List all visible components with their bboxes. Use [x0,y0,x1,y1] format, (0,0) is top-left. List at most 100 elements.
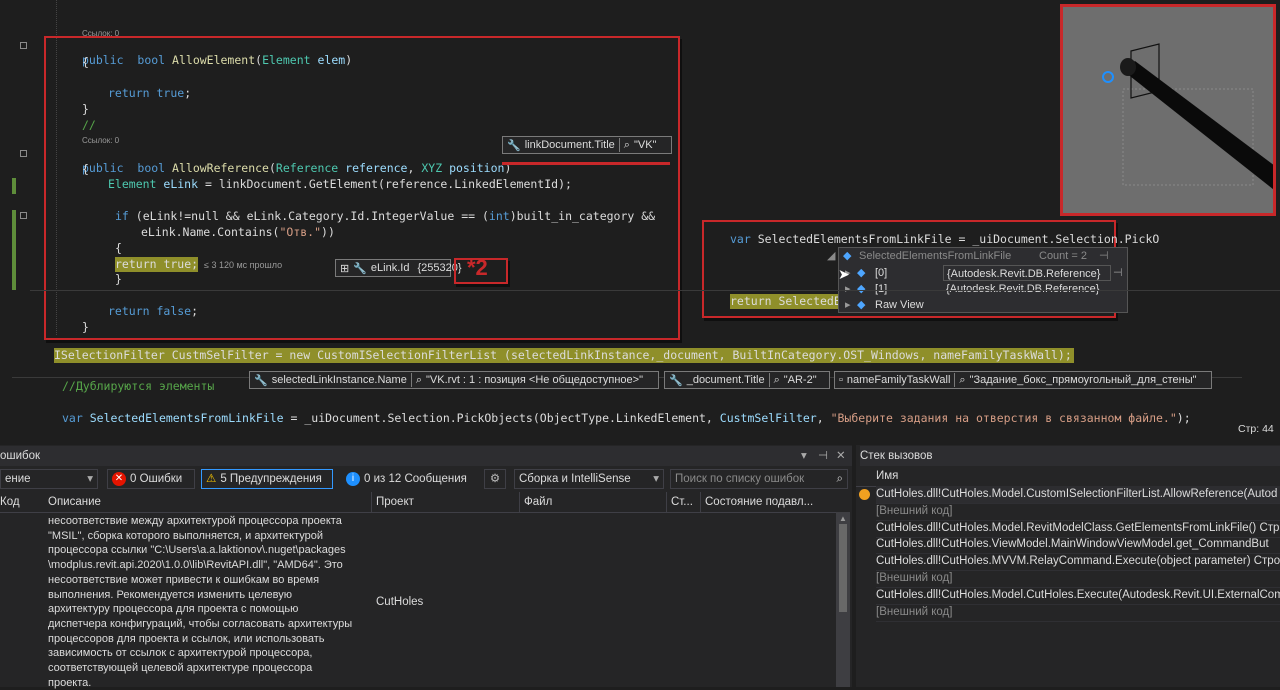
datatip-item[interactable]: ▸ ◆ [0] {Autodesk.Revit.DB.Reference} ⊣ [839,265,1127,281]
datatip-name: linkDocument.Title [524,139,615,151]
change-bar [12,178,16,194]
datatip-namefamilytaskwall[interactable]: ▫ nameFamilyTaskWall ⌕ "Задание_бокс_пря… [834,371,1212,389]
callstack-header: Имя [856,466,1280,487]
object-icon: ◆ [843,250,852,262]
callstack-frame[interactable]: CutHoles.dll!CutHoles.Model.CutHoles.Exe… [876,587,1280,605]
pipe-3d-view [1102,43,1273,190]
error-description-line: несоответствие между архитектурой процес… [48,515,342,527]
datatip-value: "VK" [633,139,657,151]
pickobjects-line: var SelectedElementsFromLinkFile = _uiDo… [62,411,1191,425]
pin-icon[interactable]: ⊣ [1099,248,1109,264]
code-line: } [82,320,89,334]
code-line: Element eLink = linkDocument.GetElement(… [108,177,572,191]
datatip-header[interactable]: ◢ ◆ SelectedElementsFromLinkFile Count =… [827,248,1127,264]
error-description-line: процессоров для проекта и ссылок, или ис… [48,632,325,645]
code-line: { [82,55,89,69]
collapse-icon[interactable]: ◢ [827,248,835,264]
datatip-item[interactable]: ▸ ◆ [1] {Autodesk.Revit.DB.Reference} [839,281,1127,297]
debug-datatip-tree[interactable]: ◢ ◆ SelectedElementsFromLinkFile Count =… [827,247,1128,313]
error-list-scrollbar[interactable]: ▲ [836,512,850,687]
callstack-frame[interactable]: [Внешний код] [876,570,1280,588]
filter-toggle-button[interactable]: ⚙ [484,469,506,489]
column-project[interactable]: Проект [376,492,414,512]
code-line: return true; [108,86,192,100]
magnifier-icon[interactable]: ⌕ [416,374,422,387]
expand-icon[interactable]: ⊞ [340,262,349,275]
error-list-title: ошибок ▾ ⊣ ✕ [0,446,852,466]
search-icon[interactable]: ⌕ [837,469,843,489]
scope-select[interactable]: ение ▾ [0,469,98,489]
close-icon[interactable]: ✕ [836,446,846,466]
chevron-down-icon: ▾ [87,473,93,485]
column-file[interactable]: Файл [524,492,552,512]
error-icon: ✕ [112,472,126,486]
object-icon: ◆ [857,299,866,311]
datatip-elink-id[interactable]: ⊞ 🔧 eLink.Id {255320} [335,259,462,277]
callstack-frame[interactable]: CutHoles.dll!CutHoles.Model.CustomISelec… [876,486,1280,504]
messages-filter-button[interactable]: i 0 из 12 Сообщения [341,469,477,489]
pin-icon[interactable]: ⊣ [1113,265,1123,281]
revit-preview [1060,4,1276,216]
pin-icon[interactable]: ⊣ [818,446,828,466]
fold-marker-icon[interactable] [20,42,27,49]
column-code[interactable]: Код [0,492,20,512]
object-icon: ◆ [857,283,866,295]
error-description-line: соответствующей целевой архитектуре проц… [48,662,313,675]
popup-return-line: return SelectedE [730,294,841,309]
red-underline [502,162,670,165]
fold-marker-icon[interactable] [20,212,27,219]
wrench-icon: 🔧 [669,374,683,387]
error-description-line: диспетчера конфигураций, чтобы согласова… [48,617,353,630]
error-list-header: Код Описание Проект Файл Ст... Состояние… [0,492,836,513]
current-frame-icon [859,489,870,500]
change-bar [12,210,16,290]
error-description-line: зависимость от ссылок с архитектурой про… [48,647,313,660]
warnings-filter-button[interactable]: ⚠ 5 Предупреждения [201,469,333,489]
callstack-frame[interactable]: [Внешний код] [876,503,1280,521]
scrollbar-thumb[interactable] [839,524,847,612]
column-line[interactable]: Ст... [671,492,693,512]
datatip-selectedlinkinstance[interactable]: 🔧 selectedLinkInstance.Name ⌕ "VK.rvt : … [249,371,659,389]
magnifier-icon[interactable]: ⌕ [959,374,965,387]
code-line: { [82,162,89,176]
callstack-frame[interactable]: [Внешний код] [876,604,1280,622]
code-line: return false; [108,304,199,318]
chevron-down-icon: ▾ [653,473,659,485]
column-name[interactable]: Имя [876,466,898,486]
fold-marker-icon[interactable] [20,150,27,157]
expand-arrow-icon[interactable]: ▸ [845,281,851,297]
error-description-line: \modplus.revit.api.2020\1.0.0\lib\RevitA… [48,559,343,572]
isel-filter-line: ISelectionFilter CustmSelFilter = new Cu… [54,348,1074,363]
error-project: CutHoles [376,596,424,608]
datatip-document-title[interactable]: 🔧 _document.Title ⌕ "AR-2" [664,371,830,389]
warning-icon: ⚠ [206,473,217,485]
callstack-frame[interactable]: CutHoles.dll!CutHoles.ViewModel.MainWind… [876,536,1280,555]
error-row[interactable]: несоответствие между архитектурой процес… [0,514,836,689]
wrench-icon: 🔧 [254,374,268,387]
errors-filter-button[interactable]: ✕ 0 Ошибки [107,469,195,489]
magnifier-icon[interactable]: ⌕ [624,139,630,152]
code-comment: // [82,118,96,132]
dropdown-icon[interactable]: ▾ [801,446,807,466]
expand-arrow-icon[interactable]: ▸ [845,297,851,313]
magnifier-icon[interactable]: ⌕ [774,374,780,387]
code-line: if (eLink!=null && eLink.Category.Id.Int… [115,209,656,223]
error-description-line: несоответствие может привести к ошибкам … [48,573,320,586]
code-line: { [115,241,122,255]
datatip-item[interactable]: ▸ ◆ Raw View [839,297,1127,313]
code-line: public bool AllowReference(Reference ref… [82,161,512,175]
callstack-frame[interactable]: CutHoles.dll!CutHoles.Model.RevitModelCl… [876,520,1280,538]
mouse-cursor-icon: ➤ [838,266,850,282]
object-icon: ▫ [839,374,843,386]
code-line: public bool AllowElement(Element elem) [82,53,353,67]
column-description[interactable]: Описание [48,492,101,512]
callstack-title: Стек вызовов [860,446,1280,466]
scroll-up-icon[interactable]: ▲ [839,514,847,523]
error-search-input[interactable]: Поиск по списку ошибок ⌕ [670,469,848,489]
callstack-frame[interactable]: CutHoles.dll!CutHoles.MVVM.RelayCommand.… [876,553,1280,572]
popup-code-line: var SelectedElementsFromLinkFile = _uiDo… [730,232,1160,246]
datatip-linkdocument-title[interactable]: 🔧 linkDocument.Title ⌕ "VK" [502,136,672,154]
column-suppression-state[interactable]: Состояние подавл... [705,492,813,512]
build-source-select[interactable]: Сборка и IntelliSense ▾ [514,469,664,489]
annotation-x2-label: *2 [467,255,488,280]
